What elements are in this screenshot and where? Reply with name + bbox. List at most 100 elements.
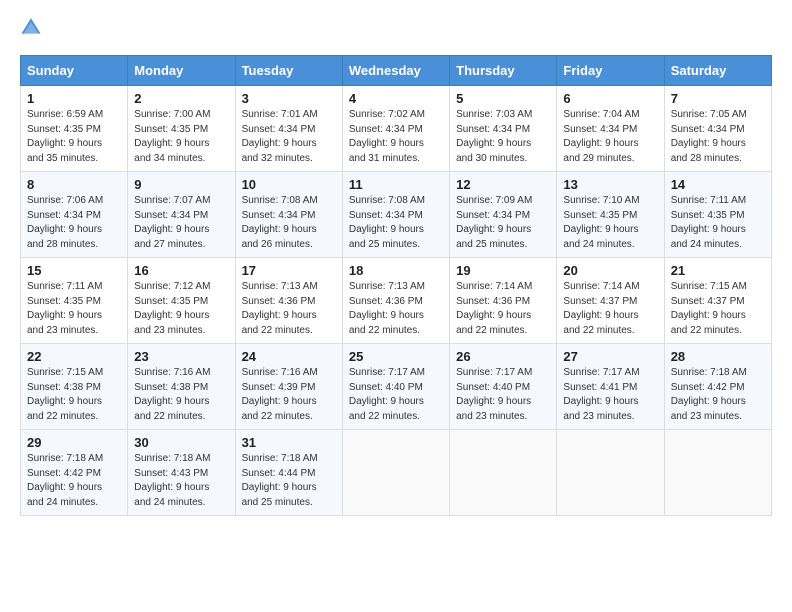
calendar-cell: [342, 430, 449, 516]
day-number: 23: [134, 349, 228, 364]
calendar-cell: 22 Sunrise: 7:15 AMSunset: 4:38 PMDayligh…: [21, 344, 128, 430]
day-info: Sunrise: 7:17 AMSunset: 4:40 PMDaylight:…: [456, 366, 550, 424]
day-info: Sunrise: 7:13 AMSunset: 4:36 PMDaylight:…: [349, 280, 443, 338]
calendar-cell: 23 Sunrise: 7:16 AMSunset: 4:38 PMDayligh…: [128, 344, 235, 430]
calendar-cell: 9 Sunrise: 7:07 AMSunset: 4:34 PMDaylight…: [128, 172, 235, 258]
day-info: Sunrise: 7:01 AMSunset: 4:34 PMDaylight:…: [242, 108, 336, 166]
calendar-cell: 5 Sunrise: 7:03 AMSunset: 4:34 PMDaylight…: [450, 86, 557, 172]
day-info: Sunrise: 7:18 AMSunset: 4:42 PMDaylight:…: [671, 366, 765, 424]
calendar-cell: 30 Sunrise: 7:18 AMSunset: 4:43 PMDayligh…: [128, 430, 235, 516]
calendar-cell: 3 Sunrise: 7:01 AMSunset: 4:34 PMDaylight…: [235, 86, 342, 172]
day-number: 26: [456, 349, 550, 364]
day-info: Sunrise: 7:11 AMSunset: 4:35 PMDaylight:…: [671, 194, 765, 252]
calendar-cell: 24 Sunrise: 7:16 AMSunset: 4:39 PMDayligh…: [235, 344, 342, 430]
day-number: 15: [27, 263, 121, 278]
day-number: 24: [242, 349, 336, 364]
calendar-cell: 25 Sunrise: 7:17 AMSunset: 4:40 PMDayligh…: [342, 344, 449, 430]
day-number: 31: [242, 435, 336, 450]
day-number: 30: [134, 435, 228, 450]
day-info: Sunrise: 7:17 AMSunset: 4:41 PMDaylight:…: [563, 366, 657, 424]
day-info: Sunrise: 7:09 AMSunset: 4:34 PMDaylight:…: [456, 194, 550, 252]
weekday-header-thursday: Thursday: [450, 56, 557, 86]
day-info: Sunrise: 7:13 AMSunset: 4:36 PMDaylight:…: [242, 280, 336, 338]
day-number: 4: [349, 91, 443, 106]
day-info: Sunrise: 7:06 AMSunset: 4:34 PMDaylight:…: [27, 194, 121, 252]
day-info: Sunrise: 7:15 AMSunset: 4:37 PMDaylight:…: [671, 280, 765, 338]
calendar-cell: 1 Sunrise: 6:59 AMSunset: 4:35 PMDaylight…: [21, 86, 128, 172]
day-number: 5: [456, 91, 550, 106]
day-info: Sunrise: 7:04 AMSunset: 4:34 PMDaylight:…: [563, 108, 657, 166]
calendar-cell: 12 Sunrise: 7:09 AMSunset: 4:34 PMDayligh…: [450, 172, 557, 258]
calendar-cell: 8 Sunrise: 7:06 AMSunset: 4:34 PMDaylight…: [21, 172, 128, 258]
day-number: 9: [134, 177, 228, 192]
day-info: Sunrise: 7:11 AMSunset: 4:35 PMDaylight:…: [27, 280, 121, 338]
day-info: Sunrise: 7:17 AMSunset: 4:40 PMDaylight:…: [349, 366, 443, 424]
day-info: Sunrise: 7:18 AMSunset: 4:43 PMDaylight:…: [134, 452, 228, 510]
day-number: 29: [27, 435, 121, 450]
day-number: 3: [242, 91, 336, 106]
weekday-header-saturday: Saturday: [664, 56, 771, 86]
calendar-cell: 15 Sunrise: 7:11 AMSunset: 4:35 PMDayligh…: [21, 258, 128, 344]
calendar-cell: 17 Sunrise: 7:13 AMSunset: 4:36 PMDayligh…: [235, 258, 342, 344]
calendar-cell: 7Sunrise: 7:05 AMSunset: 4:34 PMDaylight…: [664, 86, 771, 172]
day-number: 7: [671, 91, 765, 106]
day-info: Sunrise: 6:59 AMSunset: 4:35 PMDaylight:…: [27, 108, 121, 166]
calendar-cell: 21 Sunrise: 7:15 AMSunset: 4:37 PMDayligh…: [664, 258, 771, 344]
day-number: 18: [349, 263, 443, 278]
day-number: 11: [349, 177, 443, 192]
calendar-cell: [450, 430, 557, 516]
weekday-header-tuesday: Tuesday: [235, 56, 342, 86]
calendar-cell: [664, 430, 771, 516]
header: [20, 16, 772, 43]
calendar: SundayMondayTuesdayWednesdayThursdayFrid…: [20, 55, 772, 516]
day-info: Sunrise: 7:07 AMSunset: 4:34 PMDaylight:…: [134, 194, 228, 252]
calendar-cell: 14 Sunrise: 7:11 AMSunset: 4:35 PMDayligh…: [664, 172, 771, 258]
day-info: Sunrise: 7:03 AMSunset: 4:34 PMDaylight:…: [456, 108, 550, 166]
weekday-header-friday: Friday: [557, 56, 664, 86]
calendar-cell: 11 Sunrise: 7:08 AMSunset: 4:34 PMDayligh…: [342, 172, 449, 258]
calendar-cell: 13 Sunrise: 7:10 AMSunset: 4:35 PMDayligh…: [557, 172, 664, 258]
calendar-cell: 31Sunrise: 7:18 AMSunset: 4:44 PMDayligh…: [235, 430, 342, 516]
weekday-header-wednesday: Wednesday: [342, 56, 449, 86]
day-number: 10: [242, 177, 336, 192]
day-number: 25: [349, 349, 443, 364]
day-info: Sunrise: 7:14 AMSunset: 4:37 PMDaylight:…: [563, 280, 657, 338]
day-number: 13: [563, 177, 657, 192]
day-info: Sunrise: 7:14 AMSunset: 4:36 PMDaylight:…: [456, 280, 550, 338]
day-number: 1: [27, 91, 121, 106]
day-info: Sunrise: 7:00 AMSunset: 4:35 PMDaylight:…: [134, 108, 228, 166]
day-info: Sunrise: 7:16 AMSunset: 4:39 PMDaylight:…: [242, 366, 336, 424]
calendar-cell: 26 Sunrise: 7:17 AMSunset: 4:40 PMDayligh…: [450, 344, 557, 430]
day-info: Sunrise: 7:12 AMSunset: 4:35 PMDaylight:…: [134, 280, 228, 338]
calendar-cell: [557, 430, 664, 516]
calendar-cell: 6 Sunrise: 7:04 AMSunset: 4:34 PMDaylight…: [557, 86, 664, 172]
day-number: 27: [563, 349, 657, 364]
day-number: 28: [671, 349, 765, 364]
calendar-cell: 28 Sunrise: 7:18 AMSunset: 4:42 PMDayligh…: [664, 344, 771, 430]
day-info: Sunrise: 7:18 AMSunset: 4:42 PMDaylight:…: [27, 452, 121, 510]
weekday-header-monday: Monday: [128, 56, 235, 86]
day-info: Sunrise: 7:02 AMSunset: 4:34 PMDaylight:…: [349, 108, 443, 166]
calendar-cell: 2 Sunrise: 7:00 AMSunset: 4:35 PMDaylight…: [128, 86, 235, 172]
logo-icon: [20, 16, 42, 38]
day-number: 8: [27, 177, 121, 192]
calendar-cell: 20Sunrise: 7:14 AMSunset: 4:37 PMDayligh…: [557, 258, 664, 344]
day-info: Sunrise: 7:15 AMSunset: 4:38 PMDaylight:…: [27, 366, 121, 424]
calendar-cell: 4 Sunrise: 7:02 AMSunset: 4:34 PMDaylight…: [342, 86, 449, 172]
calendar-cell: 19Sunrise: 7:14 AMSunset: 4:36 PMDayligh…: [450, 258, 557, 344]
calendar-cell: 18 Sunrise: 7:13 AMSunset: 4:36 PMDayligh…: [342, 258, 449, 344]
day-number: 12: [456, 177, 550, 192]
day-number: 22: [27, 349, 121, 364]
day-number: 16: [134, 263, 228, 278]
calendar-cell: 29 Sunrise: 7:18 AMSunset: 4:42 PMDayligh…: [21, 430, 128, 516]
calendar-cell: 27 Sunrise: 7:17 AMSunset: 4:41 PMDayligh…: [557, 344, 664, 430]
day-number: 14: [671, 177, 765, 192]
calendar-cell: 10Sunrise: 7:08 AMSunset: 4:34 PMDayligh…: [235, 172, 342, 258]
day-number: 6: [563, 91, 657, 106]
day-info: Sunrise: 7:08 AMSunset: 4:34 PMDaylight:…: [349, 194, 443, 252]
day-info: Sunrise: 7:16 AMSunset: 4:38 PMDaylight:…: [134, 366, 228, 424]
day-number: 17: [242, 263, 336, 278]
day-number: 21: [671, 263, 765, 278]
day-info: Sunrise: 7:10 AMSunset: 4:35 PMDaylight:…: [563, 194, 657, 252]
day-number: 2: [134, 91, 228, 106]
